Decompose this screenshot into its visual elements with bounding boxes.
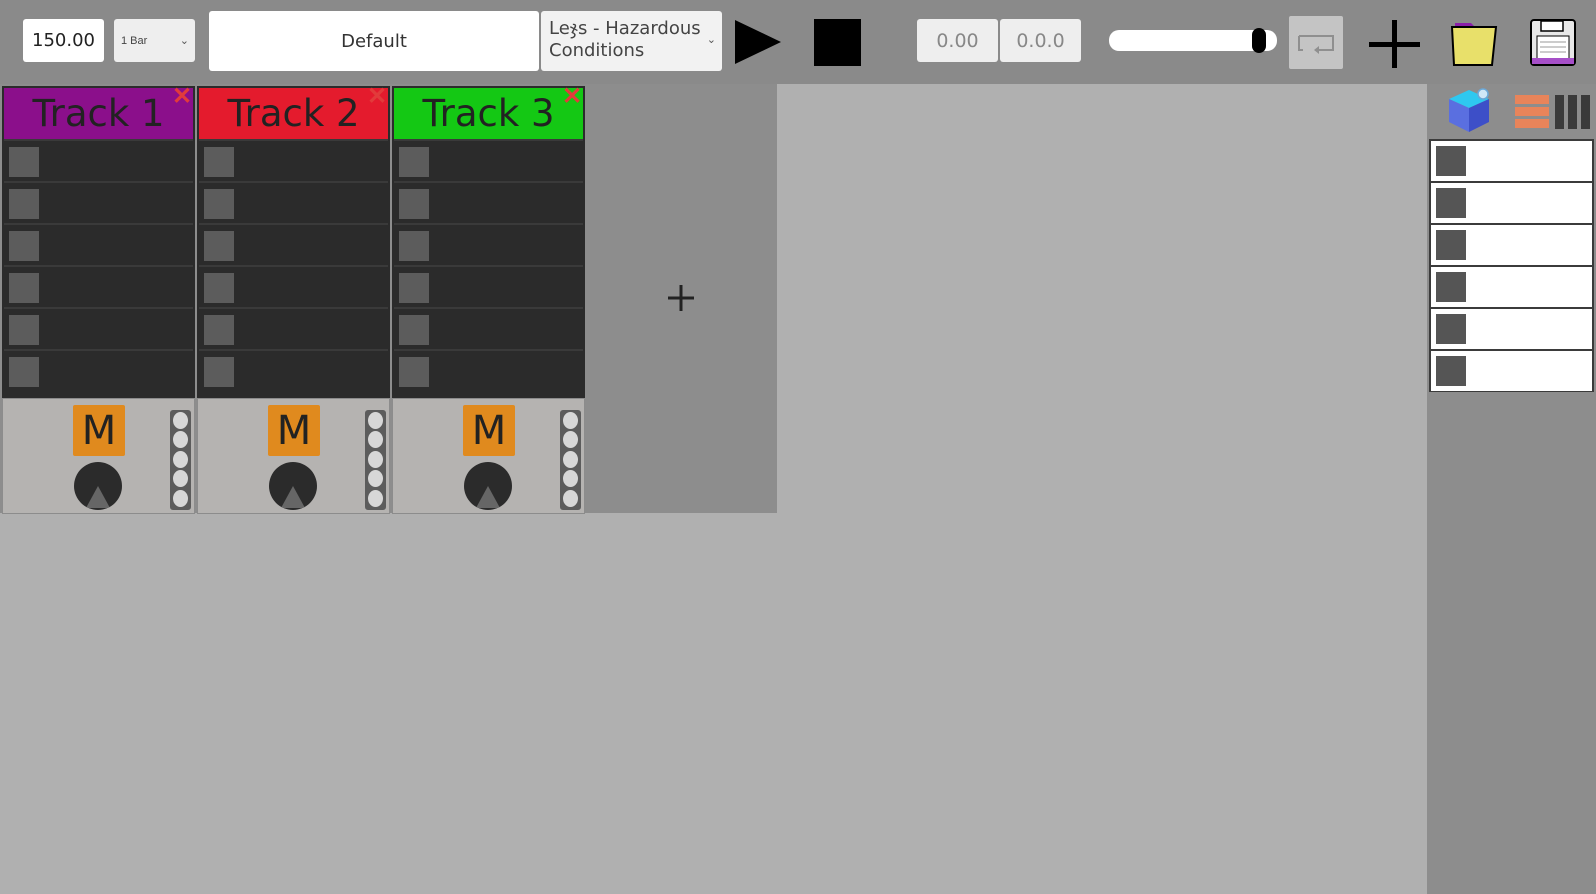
scene-slot[interactable] xyxy=(1431,183,1592,223)
play-icon[interactable] xyxy=(735,20,781,64)
clip-launch-button[interactable] xyxy=(9,315,39,345)
cube-icon[interactable] xyxy=(1445,86,1493,136)
clip-launch-button[interactable] xyxy=(9,357,39,387)
clip-slot[interactable] xyxy=(4,223,193,264)
volume-slider-handle[interactable] xyxy=(1252,28,1267,53)
track-header[interactable]: Track 3 xyxy=(394,88,583,139)
clip-slot[interactable] xyxy=(199,265,388,306)
toolbar: 150.00 1 Bar ⌄ Default Leჯs - Hazardous … xyxy=(0,0,1596,84)
scene-launch-button[interactable] xyxy=(1436,356,1466,386)
song-dropdown[interactable]: Leჯs - Hazardous Conditions ⌄ xyxy=(541,11,722,71)
clip-launch-button[interactable] xyxy=(399,189,429,219)
mute-button[interactable]: M xyxy=(268,405,320,456)
scene-slot[interactable] xyxy=(1431,141,1592,181)
position-display: 0.00 xyxy=(917,19,998,62)
clip-slot[interactable] xyxy=(394,349,583,390)
track-mixer: M xyxy=(2,398,195,514)
plus-icon[interactable] xyxy=(667,284,695,312)
pan-knob[interactable] xyxy=(74,462,122,510)
clip-launch-button[interactable] xyxy=(204,273,234,303)
clip-launch-button[interactable] xyxy=(9,231,39,261)
pan-knob[interactable] xyxy=(269,462,317,510)
preset-button[interactable]: Default xyxy=(209,11,539,71)
track-column: Track 1 ✕ M xyxy=(2,85,195,514)
plus-icon[interactable] xyxy=(1367,18,1422,70)
bar-beat-display: 0.0.0 xyxy=(1000,19,1081,62)
clip-slot[interactable] xyxy=(4,307,193,348)
scene-launch-button[interactable] xyxy=(1436,188,1466,218)
scene-launch-button[interactable] xyxy=(1436,230,1466,260)
clip-launch-button[interactable] xyxy=(399,315,429,345)
clip-slot[interactable] xyxy=(199,307,388,348)
clip-launch-button[interactable] xyxy=(399,273,429,303)
quantize-value: 1 Bar xyxy=(121,34,148,47)
track-mixer: M xyxy=(392,398,585,514)
clip-slot[interactable] xyxy=(4,181,193,222)
save-icon[interactable] xyxy=(1529,18,1577,67)
clip-slot[interactable] xyxy=(4,265,193,306)
scene-launch-button[interactable] xyxy=(1436,272,1466,302)
level-meter xyxy=(560,410,581,510)
scene-slot[interactable] xyxy=(1431,225,1592,265)
track-name: Track 1 xyxy=(32,92,165,135)
clip-launch-button[interactable] xyxy=(9,189,39,219)
scene-slot[interactable] xyxy=(1431,309,1592,349)
chevron-down-icon: ⌄ xyxy=(179,34,189,47)
folder-icon[interactable] xyxy=(1449,19,1499,67)
clip-slot[interactable] xyxy=(199,349,388,390)
clip-slot[interactable] xyxy=(4,139,193,180)
close-icon[interactable]: ✕ xyxy=(171,85,193,109)
level-meter xyxy=(170,410,191,510)
scene-list xyxy=(1429,139,1594,392)
clip-launch-button[interactable] xyxy=(9,147,39,177)
clip-slot[interactable] xyxy=(394,307,583,348)
clip-launch-button[interactable] xyxy=(399,147,429,177)
chevron-down-icon: ⌄ xyxy=(706,32,716,46)
track-column: Track 2 ✕ M xyxy=(197,85,390,514)
clip-launch-button[interactable] xyxy=(204,231,234,261)
close-icon[interactable]: ✕ xyxy=(366,85,388,109)
pan-knob[interactable] xyxy=(464,462,512,510)
clip-launch-button[interactable] xyxy=(399,231,429,261)
columns-view-icon[interactable] xyxy=(1554,94,1592,130)
track-mixer: M xyxy=(197,398,390,514)
level-meter xyxy=(365,410,386,510)
scene-panel xyxy=(1427,84,1596,894)
mute-button[interactable]: M xyxy=(463,405,515,456)
track-header[interactable]: Track 2 xyxy=(199,88,388,139)
clip-launch-button[interactable] xyxy=(204,189,234,219)
add-track-area[interactable] xyxy=(585,84,777,513)
track-name: Track 3 xyxy=(422,92,555,135)
loop-button[interactable] xyxy=(1289,16,1343,69)
clip-launch-button[interactable] xyxy=(204,357,234,387)
quantize-dropdown[interactable]: 1 Bar ⌄ xyxy=(114,19,195,62)
clip-slot[interactable] xyxy=(394,265,583,306)
stop-icon[interactable] xyxy=(814,19,861,66)
scene-slot[interactable] xyxy=(1431,267,1592,307)
scene-launch-button[interactable] xyxy=(1436,314,1466,344)
mute-button[interactable]: M xyxy=(73,405,125,456)
clip-slot[interactable] xyxy=(199,139,388,180)
clip-launch-button[interactable] xyxy=(9,273,39,303)
clip-slot[interactable] xyxy=(394,181,583,222)
clip-slot[interactable] xyxy=(4,349,193,390)
clip-slot[interactable] xyxy=(394,223,583,264)
clip-slot[interactable] xyxy=(199,223,388,264)
clip-launch-button[interactable] xyxy=(204,147,234,177)
clip-launch-button[interactable] xyxy=(204,315,234,345)
track-header[interactable]: Track 1 xyxy=(4,88,193,139)
song-value: Leჯs - Hazardous Conditions xyxy=(549,18,701,61)
close-icon[interactable]: ✕ xyxy=(561,85,583,109)
loop-icon xyxy=(1298,35,1334,54)
track-column: Track 3 ✕ M xyxy=(392,85,585,514)
tempo-input[interactable]: 150.00 xyxy=(23,19,104,62)
track-name: Track 2 xyxy=(227,92,360,135)
scene-slot[interactable] xyxy=(1431,351,1592,391)
clip-slot[interactable] xyxy=(199,181,388,222)
clip-launch-button[interactable] xyxy=(399,357,429,387)
clip-slot[interactable] xyxy=(394,139,583,180)
list-view-icon[interactable] xyxy=(1514,94,1550,130)
scene-launch-button[interactable] xyxy=(1436,146,1466,176)
